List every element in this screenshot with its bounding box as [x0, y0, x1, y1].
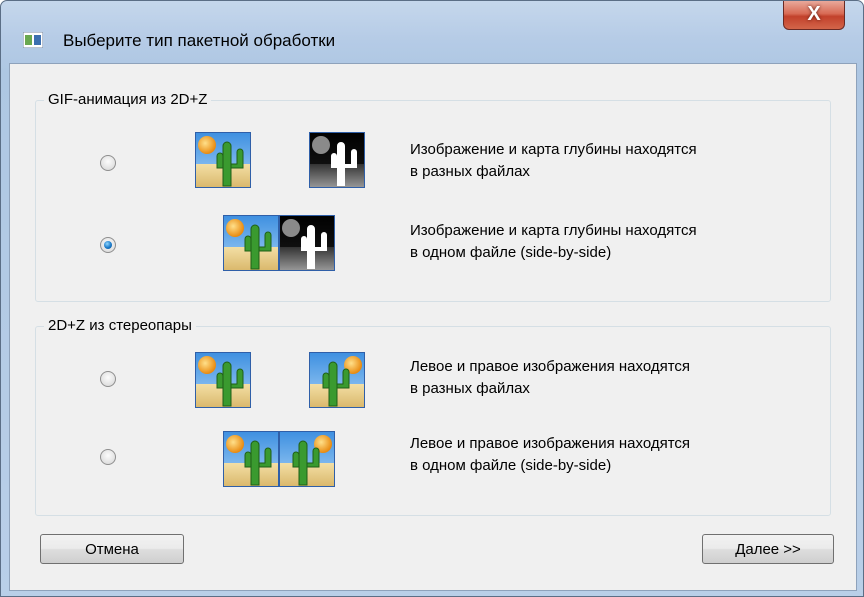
radio-gif-side-by-side[interactable] — [100, 237, 116, 253]
option-line: Изображение и карта глубины находятся — [410, 222, 697, 239]
option-text: Изображение и карта глубины находятся в … — [410, 139, 697, 183]
option-line: в разных файлах — [410, 380, 530, 397]
app-icon — [23, 32, 43, 48]
option-line: в разных файлах — [410, 163, 530, 180]
next-button[interactable]: Далее >> — [702, 534, 834, 564]
group-stereo-pair: 2D+Z из стереопары Левое и правое изобра… — [35, 317, 831, 516]
option-text: Левое и правое изображения находятся в о… — [410, 433, 690, 477]
cancel-button[interactable]: Отмена — [40, 534, 184, 564]
close-button[interactable]: X — [783, 1, 845, 30]
depth-map-icon — [309, 132, 365, 188]
option-text: Изображение и карта глубины находятся в … — [410, 220, 697, 264]
cactus-image-icon — [195, 132, 251, 188]
depth-map-icon — [279, 215, 335, 271]
close-icon: X — [807, 3, 821, 25]
group-title: GIF-анимация из 2D+Z — [44, 91, 212, 109]
radio-stereo-separate-files[interactable] — [100, 371, 116, 387]
radio-gif-separate-files[interactable] — [100, 155, 116, 171]
cactus-right-icon — [279, 431, 335, 487]
radio-stereo-side-by-side[interactable] — [100, 449, 116, 465]
cactus-image-icon — [223, 215, 279, 271]
window-title: Выберите тип пакетной обработки — [63, 31, 336, 50]
dialog-client-area: GIF-анимация из 2D+Z Изображение и карта… — [9, 63, 857, 591]
option-line: в одном файле (side-by-side) — [410, 244, 612, 261]
option-line: Левое и правое изображения находятся — [410, 358, 691, 375]
dialog-window: Выберите тип пакетной обработки X GIF-ан… — [0, 0, 864, 597]
option-line: Изображение и карта глубины находятся — [410, 141, 697, 158]
cactus-left-icon — [223, 431, 279, 487]
option-line: Левое и правое изображения находятся — [410, 435, 691, 452]
group-gif-animation: GIF-анимация из 2D+Z Изображение и карта… — [35, 91, 831, 302]
title-bar[interactable]: Выберите тип пакетной обработки X — [1, 1, 863, 50]
option-text: Левое и правое изображения находятся в р… — [410, 356, 690, 400]
cactus-right-icon — [309, 352, 365, 408]
option-line: в одном файле (side-by-side) — [410, 457, 612, 474]
cactus-left-icon — [195, 352, 251, 408]
group-title: 2D+Z из стереопары — [44, 317, 196, 335]
